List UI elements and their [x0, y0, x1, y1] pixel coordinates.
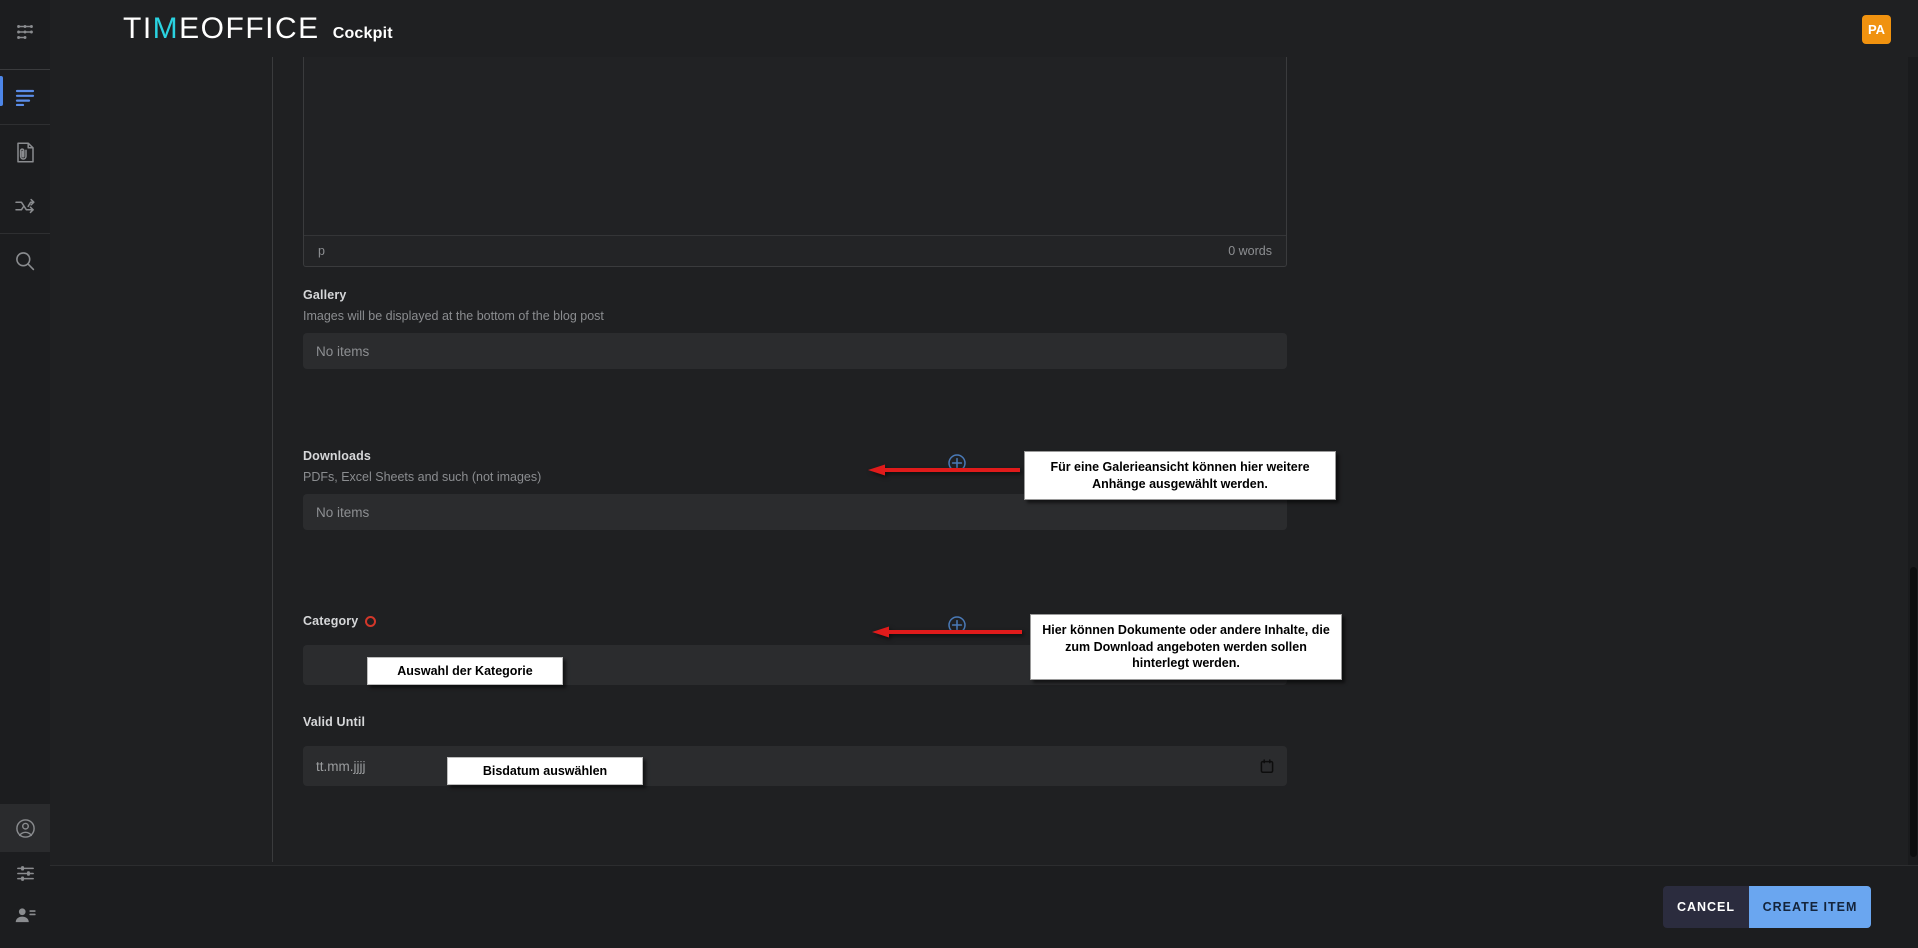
shuffle-swap-icon	[14, 197, 37, 215]
app-logo: TI M EOFFICE	[123, 11, 320, 45]
gallery-items-list[interactable]: No items	[303, 333, 1287, 369]
field-gallery: Gallery Images will be displayed at the …	[303, 288, 1287, 369]
downloads-annotation-arrow	[872, 626, 1022, 638]
gallery-hint: Images will be displayed at the bottom o…	[303, 309, 604, 323]
editor-status-bar: p 0 words	[304, 235, 1286, 266]
sidebar-group-primary	[0, 70, 50, 125]
category-annotation-chip: Auswahl der Kategorie	[367, 657, 563, 685]
content-list-icon	[14, 88, 36, 106]
sidebar-item-content[interactable]	[0, 70, 50, 124]
downloads-annotation-callout: Hier können Dokumente oder andere Inhalt…	[1030, 614, 1342, 680]
brand: TI M EOFFICE Cockpit	[123, 11, 393, 45]
logo-text-right: EOFFICE	[179, 11, 320, 45]
gallery-label-text: Gallery	[303, 288, 347, 302]
app-header: TI M EOFFICE Cockpit PA	[50, 0, 1918, 57]
valid-until-label-text: Valid Until	[303, 715, 366, 729]
sidebar-item-account[interactable]	[0, 804, 50, 852]
sidebar-item-assets[interactable]	[0, 125, 50, 179]
avatar[interactable]: PA	[1862, 15, 1891, 44]
attachment-file-icon	[15, 141, 36, 164]
app-menu-button[interactable]	[0, 0, 50, 70]
sidebar-item-users[interactable]	[0, 894, 50, 936]
valid-until-placeholder: tt.mm.jjjj	[316, 758, 366, 774]
category-label-text: Category	[303, 614, 359, 628]
sidebar-item-search[interactable]	[0, 234, 50, 288]
editor-path-indicator[interactable]: p	[318, 244, 325, 258]
sidebar-item-settings[interactable]	[0, 852, 50, 894]
form-action-bar: CANCEL CREATE ITEM	[50, 865, 1918, 948]
logo-check-icon: M	[152, 11, 180, 45]
sidebar-group-search	[0, 234, 50, 288]
sidebar-rail	[0, 0, 50, 948]
rich-text-editor[interactable]: p 0 words	[303, 57, 1287, 267]
page-scrollbar-thumb[interactable]	[1910, 567, 1917, 857]
cancel-button[interactable]: CANCEL	[1663, 886, 1749, 928]
settings-sliders-icon	[15, 863, 36, 884]
create-item-button[interactable]: CREATE ITEM	[1749, 886, 1871, 928]
user-management-icon	[14, 905, 37, 925]
app-subtitle: Cockpit	[332, 24, 393, 42]
logo-text-left: TI	[123, 11, 153, 45]
editor-body[interactable]	[304, 57, 1286, 235]
date-annotation-chip: Bisdatum auswählen	[447, 757, 643, 785]
gallery-label: Gallery	[303, 288, 1287, 302]
sidebar-item-workflows[interactable]	[0, 179, 50, 233]
main-content: p 0 words Gallery Images will be display…	[50, 57, 1918, 948]
search-icon	[14, 250, 36, 272]
form-divider	[272, 57, 273, 862]
calendar-icon[interactable]	[1260, 758, 1274, 774]
sidebar-group-secondary	[0, 125, 50, 234]
valid-until-label: Valid Until	[303, 715, 1287, 729]
account-circle-icon	[15, 818, 36, 839]
editor-word-count: 0 words	[1228, 244, 1272, 258]
downloads-label-text: Downloads	[303, 449, 372, 463]
app-root: TI M EOFFICE Cockpit PA p 0 words Gallery …	[0, 0, 1918, 948]
gallery-annotation-callout: Für eine Galerieansicht können hier weit…	[1024, 451, 1336, 500]
gallery-annotation-arrow	[868, 464, 1020, 476]
app-menu-icon	[14, 21, 36, 48]
page-scrollbar-track[interactable]	[1908, 57, 1918, 865]
required-indicator-icon	[365, 615, 377, 627]
